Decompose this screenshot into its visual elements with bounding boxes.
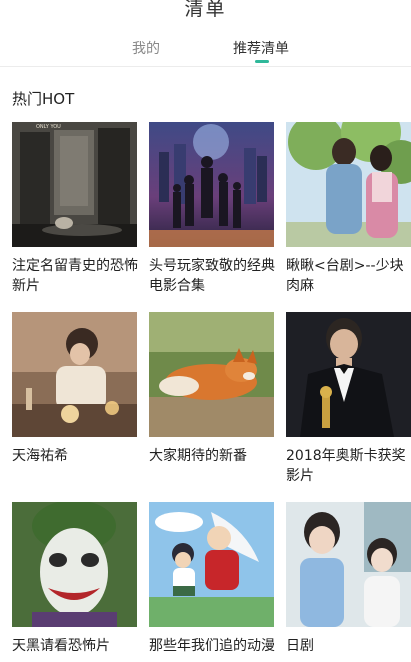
section-title: 热门HOT — [12, 90, 75, 108]
list-thumbnail[interactable] — [12, 312, 137, 437]
list-caption: 2018年奥斯卡获奖影片 — [286, 448, 406, 484]
list-thumbnail[interactable] — [286, 502, 411, 627]
page-title: 清单 — [184, 0, 227, 20]
list-thumbnail[interactable] — [149, 312, 274, 437]
list-thumbnail[interactable]: ONLY YOU — [12, 122, 137, 247]
list-thumbnail[interactable] — [286, 122, 411, 247]
list-thumbnail[interactable] — [149, 502, 274, 627]
active-tab-indicator — [255, 60, 269, 63]
list-thumbnail[interactable] — [12, 502, 137, 627]
list-caption: 瞅瞅<台剧>--少块肉麻 — [286, 258, 404, 294]
list-caption: 天黑请看恐怖片 — [12, 638, 110, 654]
list-caption: 天海祐希 — [12, 448, 68, 464]
list-thumbnail[interactable] — [149, 122, 274, 247]
list-caption: 大家期待的新番 — [149, 448, 247, 464]
list-thumbnail[interactable] — [286, 312, 411, 437]
svg-text:ONLY YOU: ONLY YOU — [36, 124, 61, 130]
tab-mine[interactable]: 我的 — [132, 38, 160, 58]
list-caption: 注定名留青史的恐怖新片 — [12, 258, 138, 294]
top-bar: 清单 我的 推荐清单 — [0, 0, 411, 67]
list-caption: 那些年我们追的动漫 — [149, 638, 275, 654]
tab-recommended-lists[interactable]: 推荐清单 — [233, 38, 289, 58]
list-caption: 头号玩家致敬的经典电影合集 — [149, 258, 275, 294]
list-caption: 日剧 — [286, 638, 314, 654]
